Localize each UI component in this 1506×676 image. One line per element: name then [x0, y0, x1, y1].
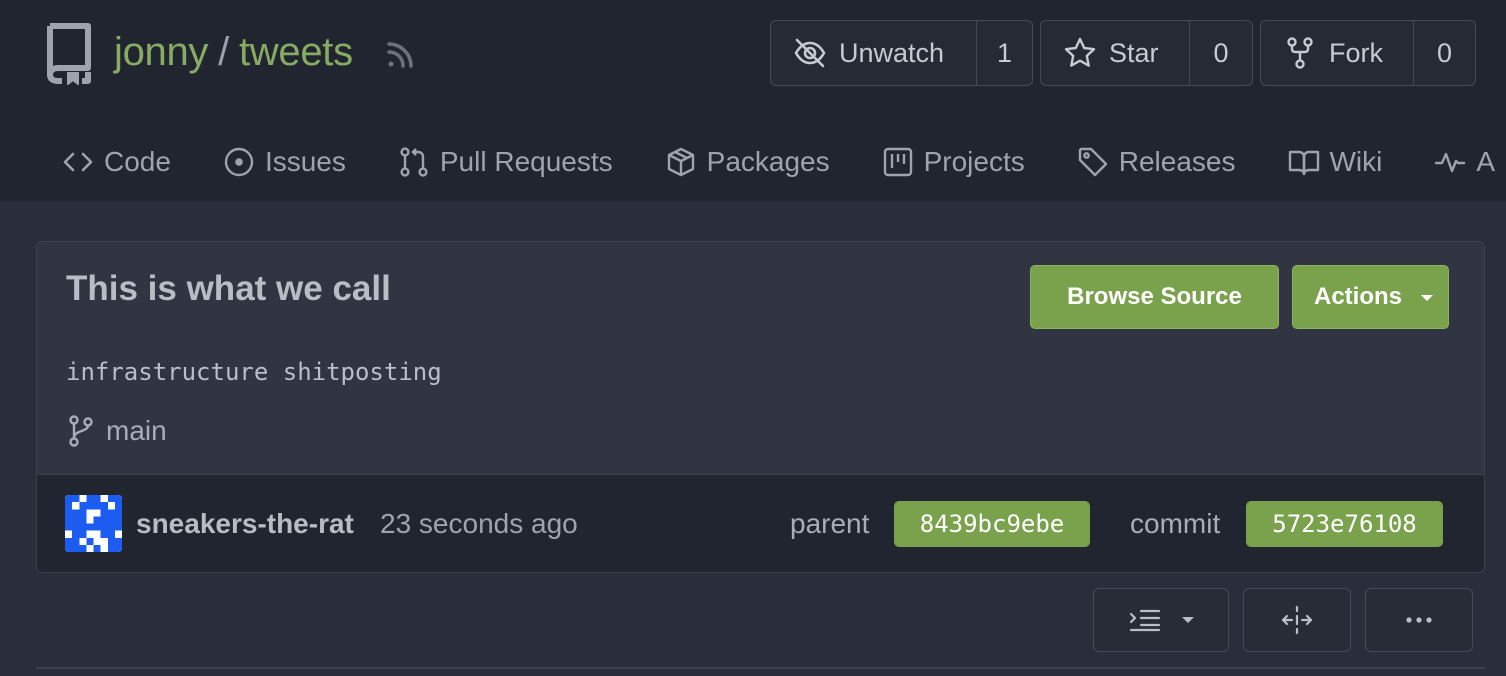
pull-request-icon: [400, 147, 428, 177]
tab-projects-label: Projects: [923, 146, 1025, 177]
tab-releases-label: Releases: [1118, 146, 1236, 177]
browse-source-button[interactable]: Browse Source: [1030, 265, 1279, 329]
commit-sha-badge[interactable]: 5723e76108: [1246, 501, 1443, 547]
actions-dropdown-button[interactable]: Actions: [1292, 265, 1449, 329]
tab-activity-label: A: [1476, 146, 1496, 177]
repo-separator: /: [218, 30, 229, 74]
pulse-icon: [1435, 152, 1466, 173]
tab-projects[interactable]: Projects: [882, 142, 1025, 182]
code-icon: [63, 152, 93, 172]
commit-title: This is what we call: [66, 269, 391, 308]
caret-down-icon: [1182, 617, 1194, 623]
star-icon: [1064, 37, 1096, 67]
tab-wiki[interactable]: Wiki: [1288, 142, 1383, 182]
project-icon: [883, 147, 912, 177]
star-button-group: Star 0: [1040, 20, 1253, 86]
commit-label: commit: [1130, 508, 1221, 539]
whitespace-options-button[interactable]: [1093, 588, 1229, 652]
parent-sha-badge[interactable]: 8439bc9ebe: [894, 501, 1090, 547]
divider: [36, 667, 1485, 669]
star-button[interactable]: Star: [1041, 21, 1190, 85]
unwatch-button[interactable]: Unwatch: [771, 21, 977, 85]
package-icon: [667, 147, 694, 177]
tab-issues[interactable]: Issues: [223, 142, 346, 182]
watch-button-group: Unwatch 1: [770, 20, 1033, 86]
eye-slash-icon: [794, 38, 826, 68]
commit-meta-bar: sneakers-the-rat 23 seconds ago parent 8…: [37, 474, 1484, 572]
fork-button[interactable]: Fork: [1261, 21, 1414, 85]
issue-icon: [224, 147, 254, 177]
tab-pull-requests-label: Pull Requests: [439, 146, 613, 177]
book-icon: [1288, 150, 1319, 176]
repo-name-link[interactable]: tweets: [239, 30, 353, 74]
tab-wiki-label: Wiki: [1329, 146, 1383, 177]
expand-button[interactable]: [1243, 588, 1351, 652]
commit-branch[interactable]: main: [66, 414, 167, 448]
commit-description: infrastructure shitposting: [66, 358, 442, 386]
commit-header: This is what we call Browse Source Actio…: [36, 241, 1485, 573]
unwatch-label: Unwatch: [839, 37, 945, 68]
tab-code-label: Code: [104, 146, 171, 177]
stars-count[interactable]: 0: [1190, 21, 1252, 85]
tab-pull-requests[interactable]: Pull Requests: [398, 142, 613, 182]
identicon-image: [65, 495, 122, 552]
tag-icon: [1078, 147, 1107, 177]
repo-title: jonny / tweets: [114, 30, 353, 75]
caret-down-icon: [1421, 295, 1433, 301]
tab-packages-label: Packages: [706, 146, 830, 177]
more-options-button[interactable]: [1365, 588, 1473, 652]
watchers-count[interactable]: 1: [977, 21, 1032, 85]
fork-label: Fork: [1329, 37, 1383, 68]
repo-tabs: Code Issues Pull Requests Packages Proje…: [62, 142, 1506, 182]
branch-icon: [69, 415, 93, 447]
tab-issues-label: Issues: [264, 146, 346, 177]
avatar[interactable]: [65, 495, 122, 552]
rss-icon[interactable]: [385, 38, 417, 70]
repo-owner-link[interactable]: jonny: [114, 30, 208, 74]
branch-name: main: [106, 415, 167, 446]
star-label: Star: [1109, 37, 1159, 68]
repo-icon: [47, 23, 91, 85]
repo-header: jonny / tweets Unwatch 1 Star 0 Fork 0 C…: [0, 0, 1506, 201]
tab-code[interactable]: Code: [62, 142, 171, 182]
kebab-horizontal-icon: [1406, 617, 1432, 623]
expand-icon: [1281, 605, 1313, 635]
browse-source-label: Browse Source: [1067, 283, 1242, 310]
tab-releases[interactable]: Releases: [1077, 142, 1236, 182]
commit-time: 23 seconds ago: [380, 508, 578, 539]
fork-button-group: Fork 0: [1260, 20, 1476, 86]
actions-label: Actions: [1314, 283, 1403, 310]
forks-count[interactable]: 0: [1414, 21, 1475, 85]
fork-icon: [1287, 37, 1313, 69]
indent-icon: [1129, 609, 1161, 632]
tab-packages[interactable]: Packages: [665, 142, 830, 182]
commit-author[interactable]: sneakers-the-rat: [136, 508, 354, 540]
parent-label: parent: [790, 508, 870, 539]
tab-activity[interactable]: A: [1434, 142, 1495, 182]
